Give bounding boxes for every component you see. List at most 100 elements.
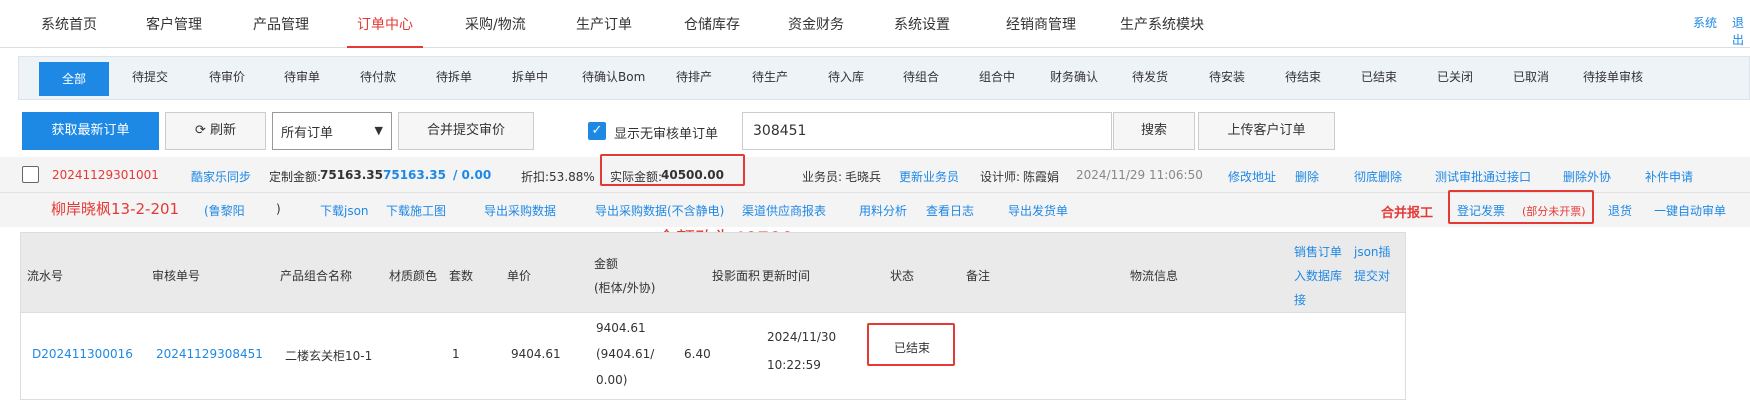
order-action-row: 柳岸晓枫13-2-201 (鲁黎阳 ) 下载json 下载施工图 导出采购数据 … (0, 190, 1750, 227)
header-update-time: 更新时间 (762, 269, 811, 283)
tab-splitting[interactable]: 拆单中 (512, 68, 548, 85)
price-value-1: 75163.35 (320, 168, 384, 182)
tab-finance-confirm[interactable]: 财务确认 (1050, 68, 1098, 85)
upload-customer-order-button[interactable]: 上传客户订单 (1198, 112, 1335, 150)
tab-pending-assembly[interactable]: 待组合 (903, 68, 939, 85)
header-into-db[interactable]: 入数据库 (1294, 267, 1342, 284)
download-drawing-link[interactable]: 下载施工图 (386, 202, 446, 219)
discount: 折扣:53.88% (521, 170, 595, 184)
tab-pending-production[interactable]: 待生产 (752, 68, 788, 85)
price-value-2: 75163.35 (383, 168, 447, 182)
tab-pending-schedule[interactable]: 待排产 (676, 68, 712, 85)
return-goods-link[interactable]: 退货 (1608, 202, 1632, 219)
status-tab-bar: 全部 待提交 待审价 待审单 待付款 待拆单 拆单中 待确认Bom 待排产 待生… (18, 56, 1750, 100)
chevron-down-icon: ▼ (374, 124, 383, 137)
nav-products[interactable]: 产品管理 (253, 14, 309, 34)
row-area: 6.40 (684, 347, 711, 361)
tab-all[interactable]: 全部 (39, 62, 109, 96)
tab-pending-shipment[interactable]: 待发货 (1132, 68, 1168, 85)
contact-name[interactable]: (鲁黎阳 (204, 202, 245, 219)
header-area: 投影面积 (712, 269, 761, 283)
tab-pending-accept[interactable]: 待接单审核 (1583, 68, 1643, 85)
merge-submit-pricing-button[interactable]: 合并提交审价 (398, 112, 534, 150)
status-badge: 已结束 (894, 341, 931, 355)
tab-pending-payment[interactable]: 待付款 (360, 68, 396, 85)
channel-supplier-report-link[interactable]: 渠道供应商报表 (742, 202, 826, 219)
header-sales-order-link[interactable]: 销售订单 (1294, 243, 1342, 260)
toolbar: 获取最新订单 ⟳ 刷新 所有订单 ▼ 合并提交审价 ✓ 显示无审核单订单 搜索 … (0, 104, 1750, 154)
order-filter-value: 所有订单 (281, 126, 334, 141)
update-salesperson-link[interactable]: 更新业务员 (899, 168, 959, 185)
auto-review-link[interactable]: 一键自动审单 (1654, 202, 1726, 219)
header-status: 状态 (890, 269, 915, 283)
customer-name: 柳岸晓枫13-2-201 (51, 200, 180, 218)
nav-production-system[interactable]: 生产系统模块 (1120, 14, 1204, 34)
search-button[interactable]: 搜索 (1113, 112, 1195, 150)
nav-settings[interactable]: 系统设置 (894, 14, 950, 34)
export-purchase-link[interactable]: 导出采购数据 (484, 202, 556, 219)
export-shipment-link[interactable]: 导出发货单 (1008, 202, 1068, 219)
row-serial-link[interactable]: D202411300016 (32, 347, 133, 361)
row-product: 二楼玄关柜10-1 (285, 349, 373, 363)
nav-home[interactable]: 系统首页 (41, 14, 97, 34)
header-remark: 备注 (966, 269, 991, 283)
nav-finance[interactable]: 资金财务 (788, 14, 844, 34)
tab-pending-pricing[interactable]: 待审价 (209, 68, 245, 85)
designer-label: 设计师: (980, 170, 1021, 184)
order-select-checkbox[interactable] (22, 166, 39, 183)
merge-report-link[interactable]: 合并报工 (1381, 202, 1433, 221)
logout-link[interactable]: 退出 (1732, 14, 1750, 48)
tab-pending-bom[interactable]: 待确认Bom (582, 68, 645, 85)
tab-pending-storage[interactable]: 待入库 (828, 68, 864, 85)
tab-pending-submit[interactable]: 待提交 (132, 68, 168, 85)
row-review-no-link[interactable]: 20241129308451 (156, 347, 263, 361)
table-header: 流水号 审核单号 产品组合名称 材质颜色 套数 单价 金额 (柜体/外协) 投影… (21, 233, 1405, 313)
tab-pending-review[interactable]: 待审单 (284, 68, 320, 85)
material-analysis-link[interactable]: 用料分析 (859, 202, 907, 219)
tab-pending-split[interactable]: 待拆单 (436, 68, 472, 85)
header-connect[interactable]: 接 (1294, 291, 1306, 308)
delete-link[interactable]: 删除 (1295, 168, 1319, 185)
tab-pending-install[interactable]: 待安装 (1209, 68, 1245, 85)
nav-customers[interactable]: 客户管理 (146, 14, 202, 34)
row-amount: 9404.61 (596, 321, 646, 335)
download-json-link[interactable]: 下载json (320, 202, 369, 219)
nav-production-orders[interactable]: 生产订单 (576, 14, 632, 34)
tab-assembling[interactable]: 组合中 (979, 68, 1015, 85)
tab-closed[interactable]: 已关闭 (1437, 68, 1473, 85)
fetch-latest-orders-button[interactable]: 获取最新订单 (22, 112, 159, 150)
header-json-insert-link[interactable]: json插 (1354, 243, 1391, 260)
nav-orders[interactable]: 订单中心 (357, 14, 413, 34)
header-review-no: 审核单号 (152, 269, 201, 283)
supplement-request-link[interactable]: 补件申请 (1645, 168, 1693, 185)
view-log-link[interactable]: 查看日志 (926, 202, 974, 219)
contact-close-paren: ) (276, 202, 281, 216)
tab-closed-done[interactable]: 已结束 (1361, 68, 1397, 85)
search-input[interactable] (742, 112, 1112, 150)
system-link[interactable]: 系统 (1693, 14, 1717, 31)
header-unit-price: 单价 (507, 269, 532, 283)
price-label: 定制金额: (269, 170, 322, 184)
actual-amount-label: 实际金额: (610, 170, 663, 184)
tab-pending-close[interactable]: 待结束 (1285, 68, 1321, 85)
nav-purchase-logistics[interactable]: 采购/物流 (465, 14, 526, 34)
nav-warehouse[interactable]: 仓储库存 (684, 14, 740, 34)
export-purchase-no-static-link[interactable]: 导出采购数据(不含静电) (595, 202, 724, 219)
hard-delete-link[interactable]: 彻底删除 (1354, 168, 1402, 185)
header-submit-link[interactable]: 提交对 (1354, 267, 1390, 284)
delete-outsource-link[interactable]: 删除外协 (1563, 168, 1611, 185)
order-number[interactable]: 20241129301001 (52, 168, 159, 182)
refresh-label: 刷新 (210, 123, 237, 138)
sync-link[interactable]: 酷家乐同步 (191, 168, 251, 185)
register-invoice-link[interactable]: 登记发票 (1457, 202, 1505, 219)
edit-address-link[interactable]: 修改地址 (1228, 168, 1276, 185)
actual-amount-value: 40500.00 (661, 168, 725, 182)
show-no-review-checkbox[interactable]: ✓ (588, 122, 606, 140)
top-navigation: 系统首页 客户管理 产品管理 订单中心 采购/物流 生产订单 仓储库存 资金财务… (0, 0, 1750, 48)
refresh-button[interactable]: ⟳ 刷新 (165, 112, 266, 150)
test-approval-link[interactable]: 测试审批通过接口 (1435, 168, 1531, 185)
order-items-table: 流水号 审核单号 产品组合名称 材质颜色 套数 单价 金额 (柜体/外协) 投影… (20, 232, 1406, 400)
order-filter-select[interactable]: 所有订单 ▼ (272, 112, 392, 150)
tab-cancelled[interactable]: 已取消 (1513, 68, 1549, 85)
nav-dealers[interactable]: 经销商管理 (1006, 14, 1076, 34)
